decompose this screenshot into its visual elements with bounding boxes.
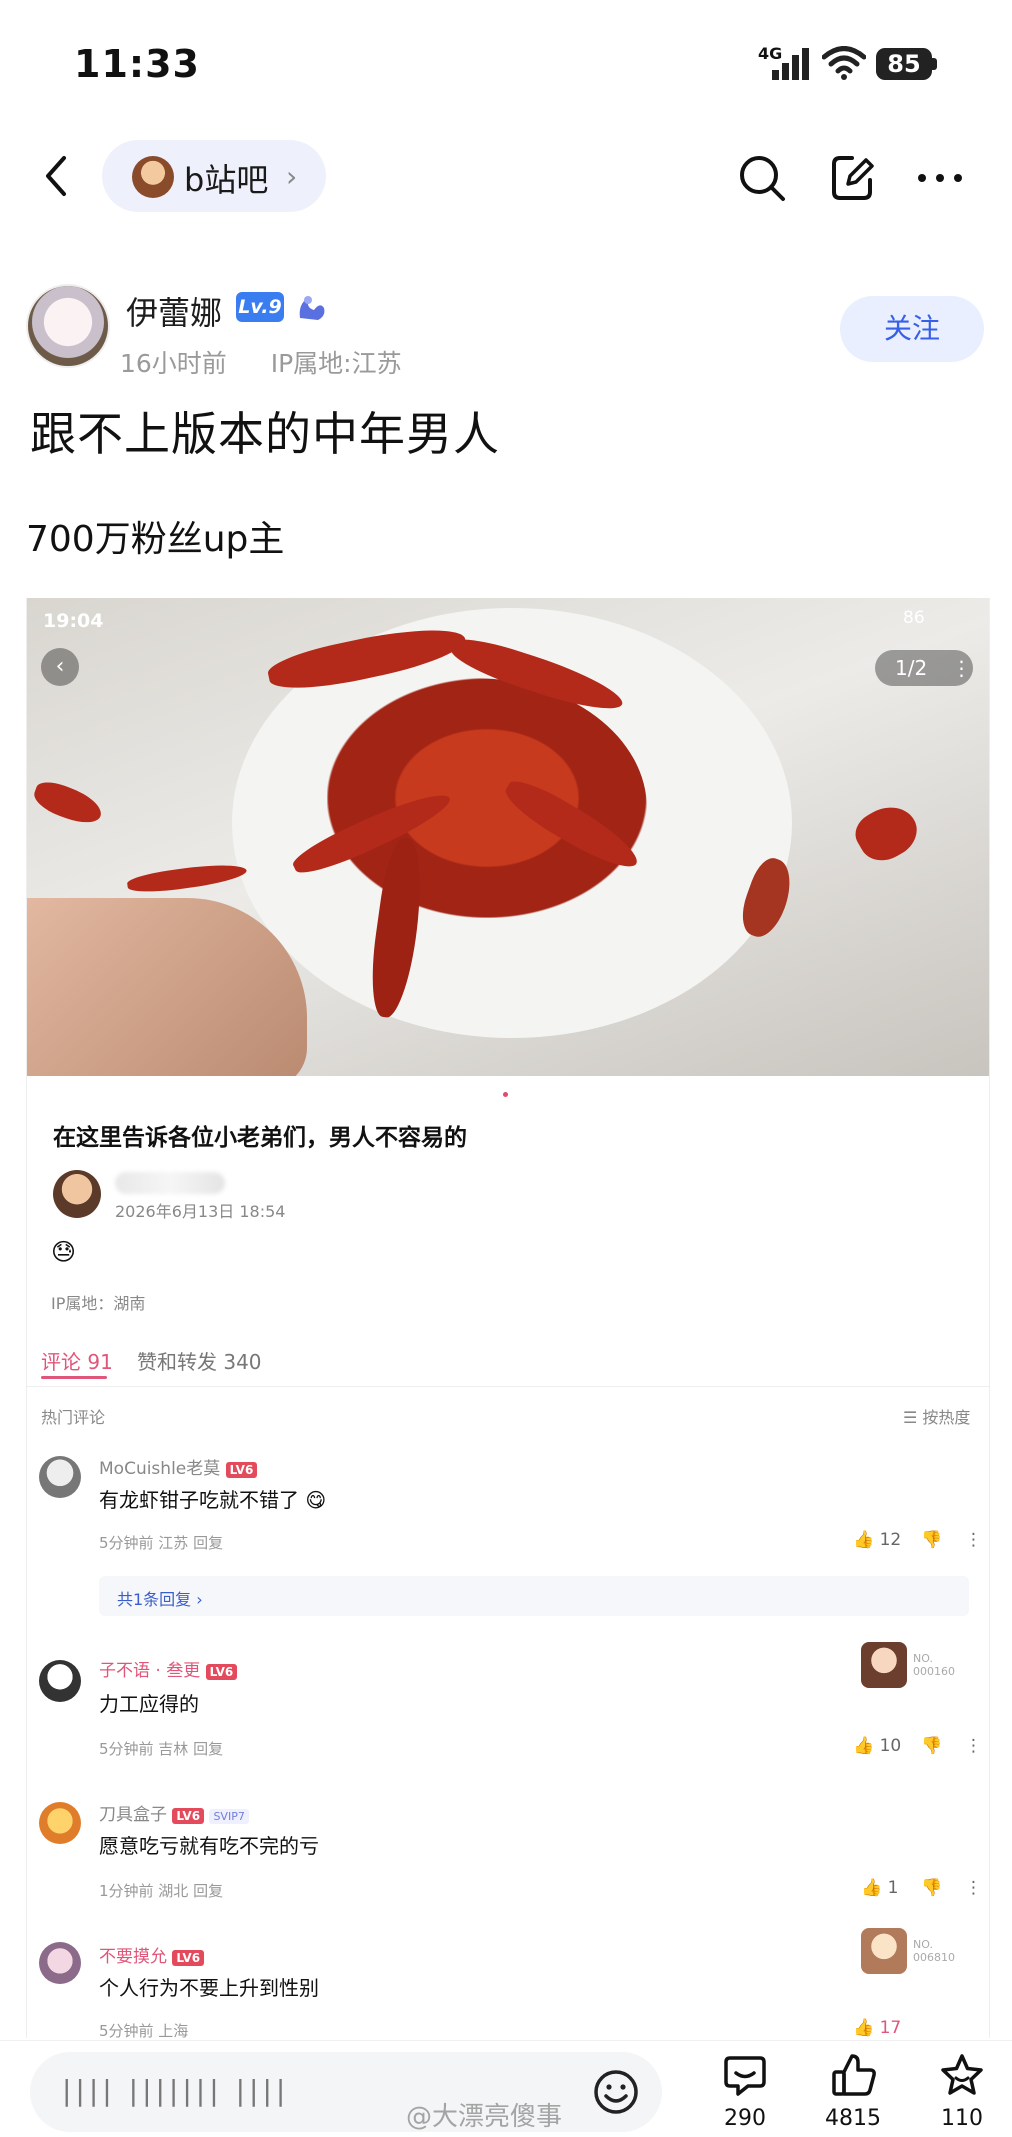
post-title: 跟不上版本的中年男人: [30, 407, 500, 461]
author-avatar[interactable]: [26, 284, 110, 368]
comment-count: 290: [724, 2106, 766, 2131]
comment-like-count: 10: [879, 1736, 902, 1756]
comment-text: 个人行为不要上升到性别: [99, 1976, 319, 2000]
comment-author-name: 不要摸允: [99, 1947, 167, 1967]
comment-avatar: [39, 1456, 81, 1498]
comment-level-badge: LV6: [225, 1462, 258, 1478]
sticker: [861, 1642, 907, 1688]
more-icon[interactable]: [914, 152, 966, 204]
comment-text-content: 有龙虾钳子吃就不错了: [99, 1488, 299, 1512]
reply-link: 共1条回复 ›: [117, 1590, 203, 1609]
comment-input-text: |||| ||||||| ||||: [62, 2074, 290, 2107]
inner-post-title: 在这里告诉各位小老弟们，男人不容易的: [53, 1125, 467, 1151]
emoji-icon[interactable]: [592, 2068, 640, 2116]
sticker-code: NO. 000160: [913, 1652, 955, 1678]
tab-underline: [41, 1376, 107, 1379]
divider: [27, 1386, 989, 1387]
blurred-username: [115, 1172, 225, 1194]
comment-text: 力工应得的: [99, 1692, 199, 1716]
comment-text: 有龙虾钳子吃就不错了 😋: [99, 1484, 326, 1513]
comment-icon[interactable]: [722, 2052, 768, 2098]
dislike-icon: 👎: [921, 1530, 943, 1550]
laugh-emoji: 😋: [305, 1488, 327, 1512]
dislike-icon: 👎: [921, 1878, 943, 1898]
comment-more-icon: ⋮: [965, 1530, 982, 1550]
crawfish-photo: 19:04 86 ‹ 1/2 ⋮: [27, 598, 989, 1076]
edit-icon[interactable]: [828, 152, 876, 204]
ip-location: IP属地:江苏: [270, 349, 402, 378]
post-meta: 16小时前 IP属地:江苏: [120, 344, 402, 380]
comment-avatar: [39, 1942, 81, 1984]
comment-level-badge: LV6: [172, 1950, 205, 1966]
embedded-screenshot[interactable]: 19:04 86 ‹ 1/2 ⋮ 在这里告诉各位小老弟们，男人不容易的 2026…: [26, 598, 990, 2038]
level-badge: Lv.9: [236, 292, 284, 322]
comment-meta: 5分钟前 江苏 回复: [99, 1534, 224, 1552]
photo-back-icon: ‹: [41, 648, 79, 686]
comment-text: 愿意吃亏就有吃不完的亏: [99, 1834, 319, 1858]
like-icon[interactable]: [830, 2052, 878, 2098]
comment-more-icon: ⋮: [965, 1878, 982, 1898]
svip-badge: SVIP7: [209, 1809, 249, 1824]
hot-comments-label: 热门评论: [41, 1408, 106, 1427]
favorite-count: 110: [941, 2106, 983, 2131]
wifi-icon: [822, 46, 866, 80]
comment-author: MoCuishle老莫 LV6: [99, 1454, 258, 1479]
comment-author-name: 刀具盒子: [99, 1805, 167, 1825]
signal-icon: [772, 48, 809, 80]
chevron-right-icon: ›: [286, 160, 298, 193]
page-indicator-text: 1/2: [895, 656, 928, 680]
comment-like-count: 1: [887, 1878, 899, 1898]
battery-indicator: 85: [876, 48, 932, 80]
photo-page-indicator: 1/2 ⋮: [875, 650, 973, 686]
reply-box: [99, 1576, 969, 1616]
comment-like: 👍 12: [853, 1530, 902, 1550]
tab-likes: 赞和转发 340: [137, 1350, 262, 1374]
author-name[interactable]: 伊蕾娜: [126, 288, 222, 334]
photo-status-time: 19:04: [43, 610, 104, 632]
comment-author-name: 子不语 · 叁更: [99, 1661, 201, 1681]
comment-meta: 5分钟前 上海: [99, 2022, 189, 2038]
forum-avatar: [132, 156, 174, 198]
comment-level-badge: LV6: [205, 1664, 238, 1680]
tab-comments: 评论 91: [41, 1350, 113, 1374]
comment-avatar: [39, 1660, 81, 1702]
comment-more-icon: ⋮: [965, 1736, 982, 1756]
vip-badge-icon: [299, 296, 325, 320]
comment-like: 👍 10: [853, 1736, 902, 1756]
photo-status-battery: 86: [903, 608, 925, 628]
forum-name[interactable]: b站吧: [184, 155, 268, 201]
comment-like: 👍 17: [853, 2018, 902, 2038]
sticker: [861, 1928, 907, 1974]
status-time: 11:33: [74, 42, 200, 86]
inner-post-date: 2026年6月13日 18:54: [115, 1202, 286, 1221]
time-ago: 16小时前: [120, 349, 227, 378]
search-icon[interactable]: [738, 152, 786, 204]
battery-tip: [932, 58, 937, 70]
favorite-star-icon[interactable]: [938, 2052, 986, 2098]
carousel-dot: [503, 1092, 508, 1097]
comment-author: 子不语 · 叁更 LV6: [99, 1656, 238, 1681]
follow-button[interactable]: 关注: [840, 296, 984, 362]
post-body: 700万粉丝up主: [26, 519, 285, 560]
inner-post-emoji: 😓: [51, 1238, 77, 1266]
comment-like: 👍 1: [861, 1878, 899, 1898]
comment-author-name: MoCuishle老莫: [99, 1459, 221, 1479]
comment-author: 刀具盒子 LV6 SVIP7: [99, 1800, 249, 1825]
sticker-code: NO. 006810: [913, 1938, 955, 1964]
comment-like-count: 17: [879, 2018, 902, 2038]
comment-meta: 5分钟前 吉林 回复: [99, 1740, 224, 1758]
like-count: 4815: [825, 2106, 881, 2131]
watermark: @大漂亮傻事: [406, 2102, 563, 2132]
sort-label: ☰ 按热度: [903, 1408, 971, 1427]
inner-ip: IP属地：湖南: [51, 1294, 146, 1313]
comment-avatar: [39, 1802, 81, 1844]
inner-author-avatar: [53, 1170, 101, 1218]
comment-meta: 1分钟前 湖北 回复: [99, 1882, 224, 1900]
back-icon[interactable]: [38, 152, 78, 200]
comment-like-count: 12: [879, 1530, 902, 1550]
comment-author: 不要摸允 LV6: [99, 1942, 205, 1967]
comment-level-badge: LV6: [172, 1808, 205, 1824]
dislike-icon: 👎: [921, 1736, 943, 1756]
